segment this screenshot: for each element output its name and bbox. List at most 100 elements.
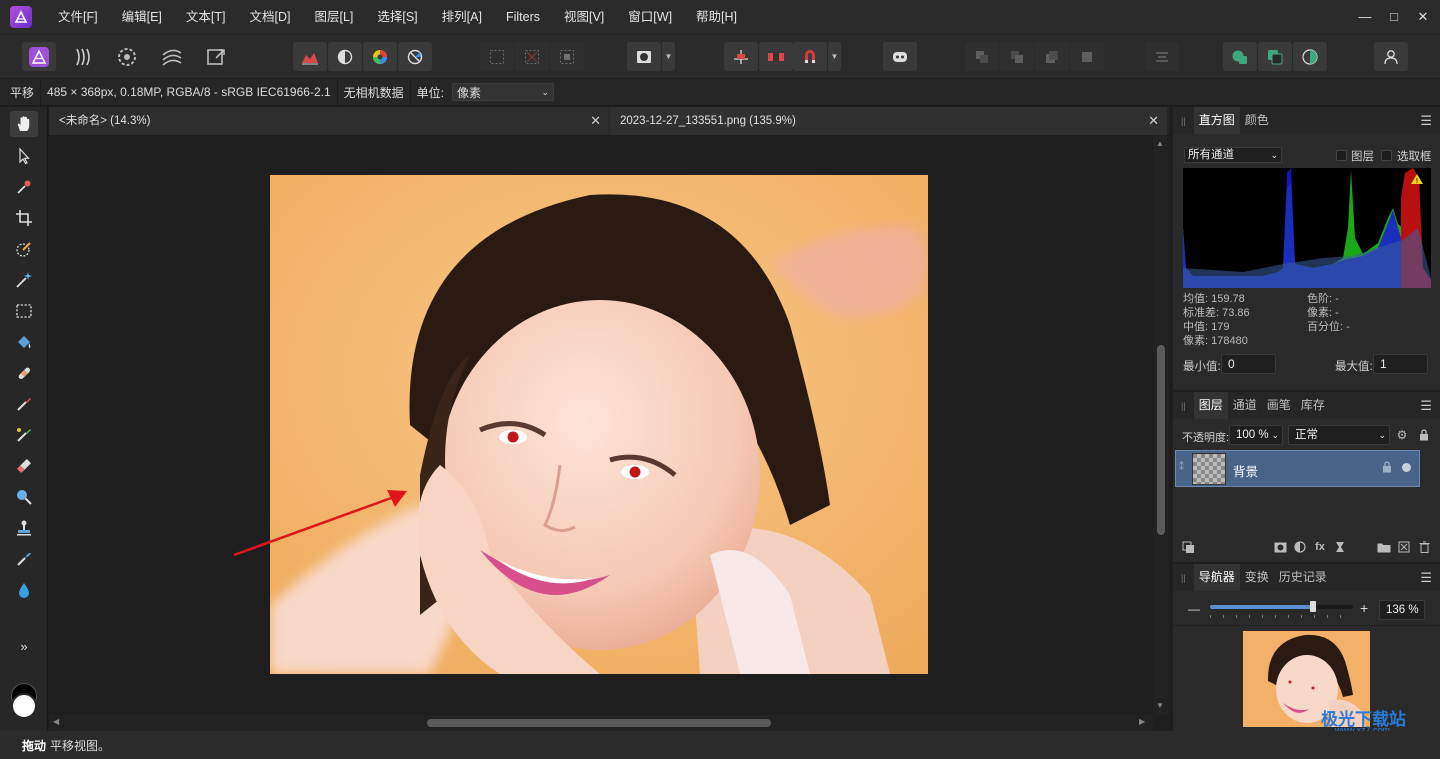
menu-file[interactable]: 文件[F] — [46, 0, 110, 34]
more-tools-button[interactable]: » — [10, 633, 38, 659]
paint-brush-tool-button[interactable] — [10, 391, 38, 417]
menu-text[interactable]: 文本[T] — [174, 0, 238, 34]
gear-icon[interactable]: ⚙ — [1394, 427, 1410, 443]
tab-color[interactable]: 颜色 — [1240, 107, 1274, 134]
expand-layer-icon[interactable]: ⁑ — [1179, 462, 1184, 473]
scroll-right-icon[interactable]: ▶ — [1139, 717, 1145, 726]
boolean-intersect-button[interactable] — [1293, 42, 1327, 71]
tab-channels[interactable]: 通道 — [1228, 392, 1262, 419]
unit-select[interactable]: 像素 ⌄ — [451, 83, 554, 101]
layer-stack-icon[interactable] — [1180, 539, 1196, 555]
folder-icon[interactable] — [1376, 539, 1392, 555]
mask-icon[interactable] — [1272, 539, 1288, 555]
menu-filters[interactable]: Filters — [494, 0, 552, 34]
min-value-input[interactable]: 0 — [1221, 354, 1276, 374]
photo-persona-button[interactable] — [22, 42, 56, 71]
magnet-snapping-button[interactable] — [793, 42, 827, 71]
document-tab-png[interactable]: 2023-12-27_133551.png (135.9%) ✕ — [610, 107, 1167, 135]
document-canvas[interactable] — [49, 135, 1153, 715]
panel-menu-icon[interactable]: ☰ — [1420, 113, 1432, 129]
panel-grip-icon[interactable]: || — [1181, 573, 1186, 583]
tab-navigator[interactable]: 导航器 — [1193, 564, 1240, 591]
zoom-in-button[interactable]: + — [1360, 600, 1368, 616]
assistant-button[interactable] — [883, 42, 917, 71]
rectangular-marquee-tool-button[interactable] — [10, 298, 38, 324]
tab-layers[interactable]: 图层 — [1193, 392, 1228, 419]
select-all-button[interactable] — [480, 42, 514, 71]
horizontal-scrollbar[interactable]: ◀ ▶ — [49, 715, 1153, 731]
layer-lock-icon[interactable] — [1382, 461, 1392, 476]
tab-transform[interactable]: 变换 — [1240, 564, 1274, 591]
menu-help[interactable]: 帮助[H] — [684, 0, 749, 34]
arrange-forward-button[interactable] — [1035, 42, 1069, 71]
close-window-button[interactable]: ✕ — [1406, 0, 1440, 34]
quick-mask-button[interactable] — [627, 42, 661, 71]
boolean-add-button[interactable] — [1223, 42, 1257, 71]
arrange-backward-button[interactable] — [1000, 42, 1034, 71]
blur-brush-tool-button[interactable] — [10, 577, 38, 603]
liquify-persona-button[interactable] — [67, 42, 101, 71]
tab-histogram[interactable]: 直方图 — [1193, 107, 1240, 134]
primary-color-swatch[interactable] — [11, 693, 37, 719]
horizontal-scroll-thumb[interactable] — [427, 719, 771, 727]
scroll-left-icon[interactable]: ◀ — [53, 717, 59, 726]
tab-history[interactable]: 历史记录 — [1274, 564, 1332, 591]
adjustment-icon[interactable] — [1292, 539, 1308, 555]
panel-menu-icon[interactable]: ☰ — [1420, 398, 1432, 414]
zoom-slider-handle[interactable] — [1309, 601, 1316, 612]
vertical-scroll-thumb[interactable] — [1157, 345, 1165, 535]
layer-checkbox[interactable] — [1336, 150, 1347, 161]
deselect-button[interactable] — [515, 42, 549, 71]
snapping-dropdown[interactable]: ▼ — [827, 42, 841, 71]
panel-grip-icon[interactable]: || — [1181, 401, 1186, 411]
auto-levels-button[interactable] — [293, 42, 327, 71]
close-tab-icon[interactable]: ✕ — [1148, 107, 1159, 135]
move-tool-button[interactable] — [10, 143, 38, 169]
selection-checkbox[interactable] — [1381, 150, 1392, 161]
selection-brush-tool-button[interactable] — [10, 236, 38, 262]
menu-edit[interactable]: 编辑[E] — [110, 0, 174, 34]
menu-view[interactable]: 视图[V] — [552, 0, 616, 34]
new-layer-icon[interactable] — [1396, 539, 1412, 555]
flood-fill-tool-button[interactable] — [10, 329, 38, 355]
arrange-back-button[interactable] — [965, 42, 999, 71]
lock-icon[interactable] — [1416, 427, 1432, 443]
panel-grip-icon[interactable]: || — [1181, 116, 1186, 126]
tab-stock[interactable]: 库存 — [1296, 392, 1330, 419]
develop-persona-button[interactable] — [110, 42, 144, 71]
smudge-brush-tool-button[interactable] — [10, 546, 38, 572]
zoom-out-button[interactable]: — — [1188, 602, 1200, 616]
vertical-scrollbar[interactable]: ▲ ▼ — [1153, 135, 1169, 715]
live-filter-icon[interactable] — [1332, 539, 1348, 555]
zoom-value-input[interactable]: 136 % — [1379, 600, 1425, 620]
tab-brushes[interactable]: 画笔 — [1262, 392, 1296, 419]
menu-arrange[interactable]: 排列[A] — [430, 0, 494, 34]
opacity-input[interactable]: 100 % ⌄ — [1229, 425, 1283, 445]
zoom-slider[interactable] — [1210, 601, 1353, 612]
clone-brush-tool-button[interactable] — [10, 515, 38, 541]
document-tab-untitled[interactable]: <未命名> (14.3%) ✕ — [49, 107, 609, 135]
menu-layer[interactable]: 图层[L] — [302, 0, 365, 34]
view-tool-button[interactable] — [10, 111, 38, 137]
color-picker-tool-button[interactable] — [10, 174, 38, 200]
layer-row-background[interactable]: ⁑ 背景 — [1175, 450, 1420, 487]
boolean-subtract-button[interactable] — [1258, 42, 1292, 71]
menu-document[interactable]: 文档[D] — [237, 0, 302, 34]
channel-select[interactable]: 所有通道 ⌄ — [1184, 147, 1282, 163]
auto-white-balance-button[interactable] — [398, 42, 432, 71]
scroll-up-icon[interactable]: ▲ — [1156, 139, 1164, 148]
quick-mask-dropdown[interactable]: ▼ — [661, 42, 675, 71]
auto-colors-button[interactable] — [363, 42, 397, 71]
erase-brush-tool-button[interactable] — [10, 453, 38, 479]
close-tab-icon[interactable]: ✕ — [590, 107, 601, 135]
blend-mode-select[interactable]: 正常 ⌄ — [1288, 425, 1390, 445]
trash-icon[interactable] — [1416, 539, 1432, 555]
flood-select-tool-button[interactable] — [10, 267, 38, 293]
arrange-front-button[interactable] — [1070, 42, 1104, 71]
healing-brush-tool-button[interactable] — [10, 360, 38, 386]
account-button[interactable] — [1374, 42, 1408, 71]
dodge-brush-tool-button[interactable] — [10, 484, 38, 510]
auto-contrast-button[interactable] — [328, 42, 362, 71]
force-pixel-alignment-button[interactable] — [759, 42, 793, 71]
crop-tool-button[interactable] — [10, 205, 38, 231]
